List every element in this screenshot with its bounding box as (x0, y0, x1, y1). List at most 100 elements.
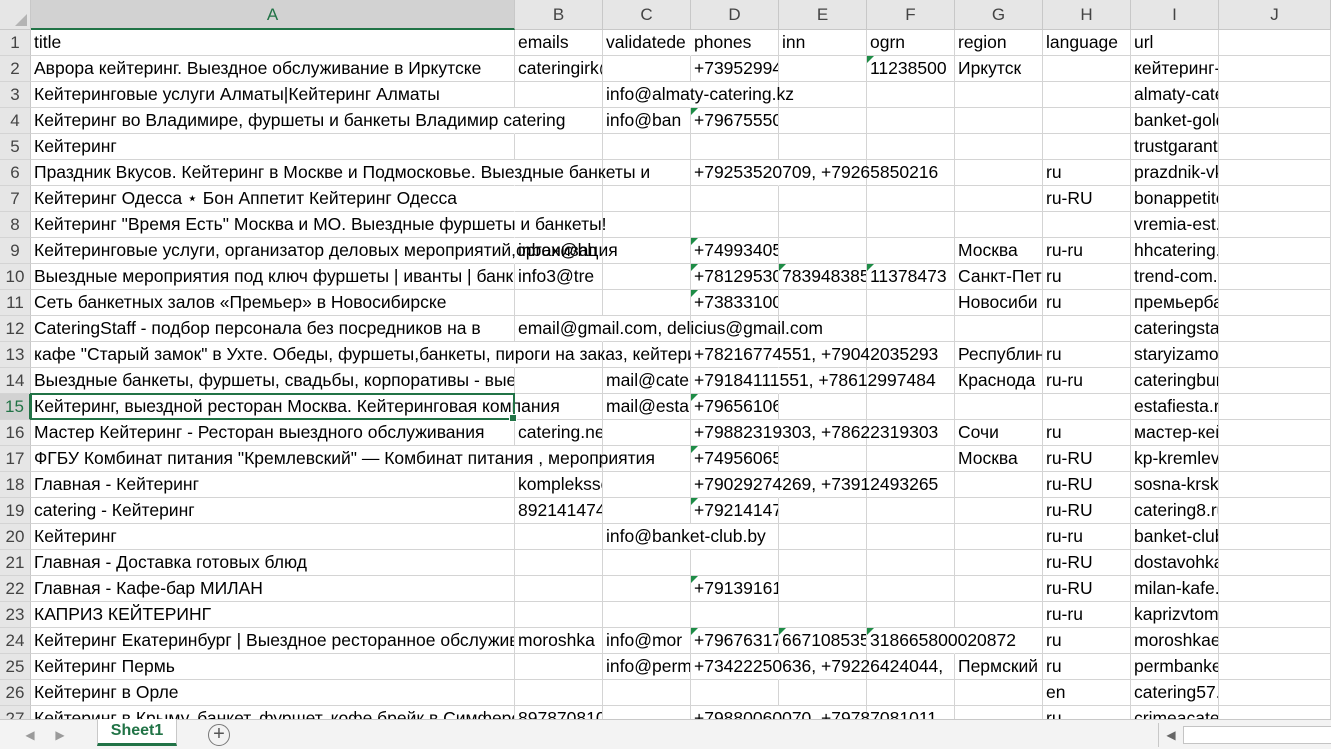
cell-j18[interactable] (1219, 472, 1331, 498)
cell-j3[interactable] (1219, 82, 1331, 108)
cell-j23[interactable] (1219, 602, 1331, 628)
cell-i22[interactable]: milan-kafe.ru (1131, 576, 1219, 602)
cell-h27[interactable]: ru (1043, 706, 1131, 719)
cell-f26[interactable] (867, 680, 955, 706)
cell-i5[interactable]: trustgarantgl.ru (1131, 134, 1219, 160)
cell-g21[interactable] (955, 550, 1043, 576)
cell-d25[interactable]: +73422250636, +79226424044, (691, 654, 943, 680)
cell-f23[interactable] (867, 602, 955, 628)
cell-c16[interactable] (603, 420, 691, 446)
cell-c3[interactable]: info@almaty-catering.kz (603, 82, 794, 108)
cell-b1[interactable]: emails (515, 30, 603, 56)
add-sheet-icon[interactable]: + (208, 724, 230, 746)
select-all-corner[interactable] (0, 0, 31, 30)
cell-a16[interactable]: Мастер Кейтеринг - Ресторан выездного об… (31, 420, 515, 446)
cell-b26[interactable] (515, 680, 603, 706)
cell-i7[interactable]: bonappetite.com.ua (1131, 186, 1219, 212)
cell-d27[interactable]: +79880060070, +79787081011 (691, 706, 937, 719)
cell-j11[interactable] (1219, 290, 1331, 316)
cell-d7[interactable] (691, 186, 779, 212)
row-header-6[interactable]: 6 (0, 160, 31, 186)
cell-d26[interactable] (691, 680, 779, 706)
cell-h25[interactable]: ru (1043, 654, 1131, 680)
cell-f21[interactable] (867, 550, 955, 576)
cell-d18[interactable]: +79029274269, +73912493265 (691, 472, 938, 498)
cell-g20[interactable] (955, 524, 1043, 550)
cell-c20[interactable]: info@banket-club.by (603, 524, 766, 550)
cell-j22[interactable] (1219, 576, 1331, 602)
cell-i1[interactable]: url (1131, 30, 1219, 56)
cell-b24[interactable]: moroshka (515, 628, 603, 654)
cell-a20[interactable]: Кейтеринг (31, 524, 515, 550)
cell-a26[interactable]: Кейтеринг в Орле (31, 680, 515, 706)
cell-b23[interactable] (515, 602, 603, 628)
row-header-16[interactable]: 16 (0, 420, 31, 446)
sheet-nav-prev-icon[interactable]: ◀ (22, 726, 38, 744)
cell-a10[interactable]: Выездные мероприятия под ключ фуршеты | … (31, 264, 515, 290)
cell-d15[interactable]: +79656106855 (691, 394, 779, 420)
cell-h21[interactable]: ru-RU (1043, 550, 1131, 576)
cell-i13[interactable]: staryizamokuhta.ru (1131, 342, 1219, 368)
cell-e15[interactable] (779, 394, 867, 420)
cell-h14[interactable]: ru-ru (1043, 368, 1131, 394)
cell-b7[interactable] (515, 186, 603, 212)
cell-j16[interactable] (1219, 420, 1331, 446)
cell-i20[interactable]: banket-club.by (1131, 524, 1219, 550)
cell-d10[interactable]: +78129530 (691, 264, 779, 290)
cell-b2[interactable]: cateringirk@mail.ru (515, 56, 603, 82)
cell-d8[interactable] (691, 212, 779, 238)
cell-g8[interactable] (955, 212, 1043, 238)
cell-h9[interactable]: ru-ru (1043, 238, 1131, 264)
cell-a1[interactable]: title (31, 30, 515, 56)
cell-b20[interactable] (515, 524, 603, 550)
cell-j25[interactable] (1219, 654, 1331, 680)
cell-d17[interactable]: +74956065041 (691, 446, 779, 472)
cell-i24[interactable]: moroshkaekb.ru (1131, 628, 1219, 654)
cell-a12[interactable]: CateringStaff - подбор персонала без пос… (31, 316, 515, 342)
row-header-26[interactable]: 26 (0, 680, 31, 706)
row-header-22[interactable]: 22 (0, 576, 31, 602)
cell-j15[interactable] (1219, 394, 1331, 420)
cell-c7[interactable] (603, 186, 691, 212)
row-header-4[interactable]: 4 (0, 108, 31, 134)
cell-h8[interactable] (1043, 212, 1131, 238)
row-header-2[interactable]: 2 (0, 56, 31, 82)
row-header-5[interactable]: 5 (0, 134, 31, 160)
cell-g19[interactable] (955, 498, 1043, 524)
cell-h13[interactable]: ru (1043, 342, 1131, 368)
cell-d16[interactable]: +79882319303, +78622319303 (691, 420, 938, 446)
cell-f17[interactable] (867, 446, 955, 472)
cell-f2[interactable]: 11238500 (867, 56, 955, 82)
cell-f10[interactable]: 11378473 (867, 264, 955, 290)
cell-i4[interactable]: banket-golden.ru (1131, 108, 1219, 134)
cell-a19[interactable]: catering - Кейтеринг (31, 498, 515, 524)
cell-j5[interactable] (1219, 134, 1331, 160)
cell-a5[interactable]: Кейтеринг (31, 134, 515, 160)
column-header-e[interactable]: E (779, 0, 867, 30)
cell-i18[interactable]: sosna-krsk.ru (1131, 472, 1219, 498)
cell-b12[interactable]: email@gmail.com, delicius@gmail.com (515, 316, 823, 342)
cell-d6[interactable]: +79253520709, +79265850216 (691, 160, 938, 186)
cell-a4[interactable]: Кейтеринг во Владимире, фуршеты и банкет… (31, 108, 565, 134)
cell-e20[interactable] (779, 524, 867, 550)
cell-a24[interactable]: Кейтеринг Екатеринбург | Выездное рестор… (31, 628, 515, 654)
cell-a14[interactable]: Выездные банкеты, фуршеты, свадьбы, корп… (31, 368, 515, 394)
row-header-11[interactable]: 11 (0, 290, 31, 316)
cell-e2[interactable] (779, 56, 867, 82)
cell-c2[interactable] (603, 56, 691, 82)
cell-e23[interactable] (779, 602, 867, 628)
row-header-12[interactable]: 12 (0, 316, 31, 342)
cell-a11[interactable]: Сеть банкетных залов «Премьер» в Новосиб… (31, 290, 515, 316)
cell-h15[interactable] (1043, 394, 1131, 420)
cell-a23[interactable]: КАПРИЗ КЕЙТЕРИНГ (31, 602, 515, 628)
column-header-j[interactable]: J (1219, 0, 1331, 30)
cell-e9[interactable] (779, 238, 867, 264)
row-header-1[interactable]: 1 (0, 30, 31, 56)
cell-h1[interactable]: language (1043, 30, 1131, 56)
cell-i15[interactable]: estafiesta.ru (1131, 394, 1219, 420)
cell-i11[interactable]: премьербанкет.рф (1131, 290, 1219, 316)
cell-h7[interactable]: ru-RU (1043, 186, 1131, 212)
cell-e21[interactable] (779, 550, 867, 576)
cell-e10[interactable]: 783948385 (779, 264, 867, 290)
cell-d21[interactable] (691, 550, 779, 576)
